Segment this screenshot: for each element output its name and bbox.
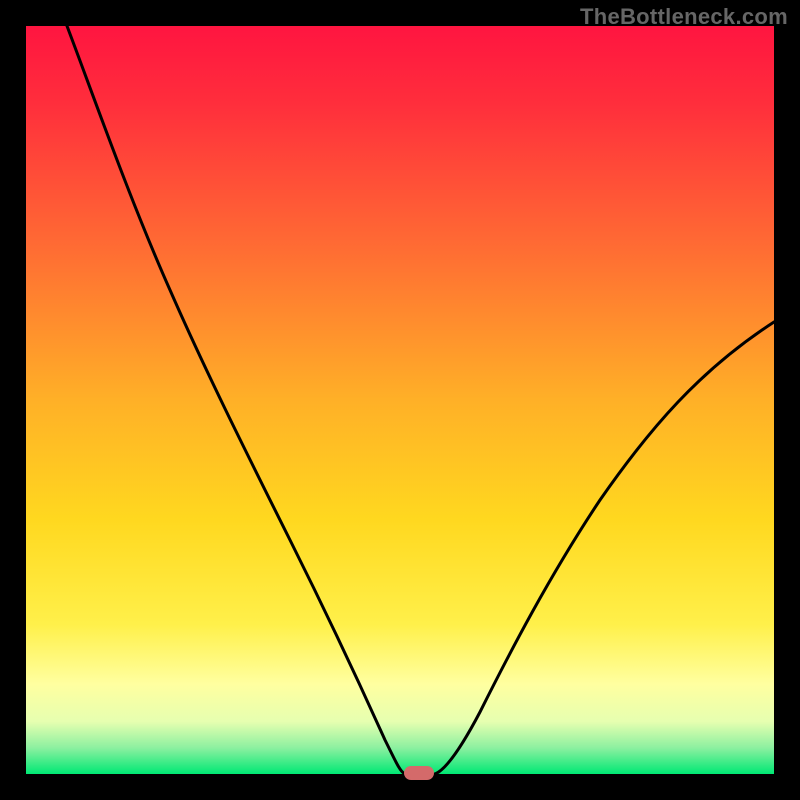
chart-frame: TheBottleneck.com xyxy=(0,0,800,800)
watermark-label: TheBottleneck.com xyxy=(580,4,788,30)
bottleneck-chart xyxy=(0,0,800,800)
chart-plot-area xyxy=(26,26,774,774)
minimum-marker xyxy=(404,766,434,780)
